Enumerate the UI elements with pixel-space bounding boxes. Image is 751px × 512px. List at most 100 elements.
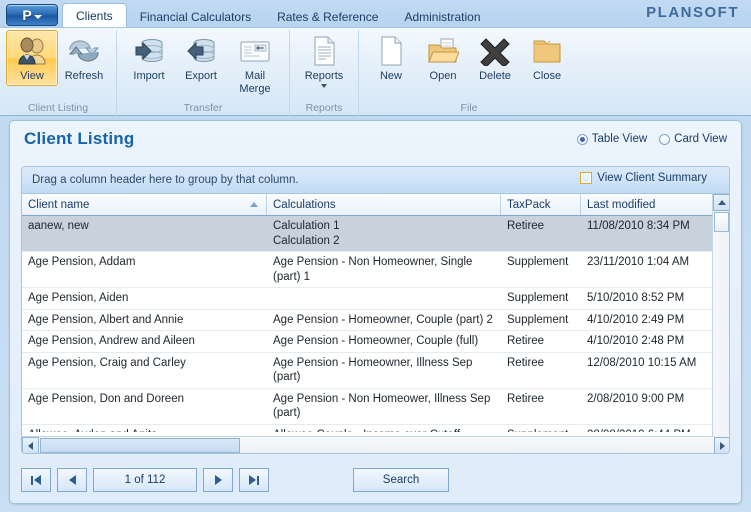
tab-label: Clients [76, 8, 113, 23]
mail-merge-button[interactable]: Mail Merge [227, 30, 283, 98]
search-button[interactable]: Search [353, 468, 449, 492]
refresh-button-label: Refresh [64, 70, 104, 82]
triangle-right-icon [214, 475, 222, 485]
next-page-button[interactable] [203, 468, 233, 492]
application-menu-button[interactable]: P [6, 4, 58, 26]
table-row[interactable]: Age Pension, Albert and Annie Age Pensio… [22, 310, 729, 331]
cell-last-modified: 11/08/2010 8:34 PM [587, 220, 690, 232]
ribbon-group-title: Client Listing [27, 102, 89, 114]
mail-merge-button-label: Mail Merge [239, 70, 271, 95]
tab-label: Financial Calculators [139, 9, 252, 24]
mail-merge-icon [238, 34, 272, 68]
cell-taxpack: Supplement [507, 313, 569, 326]
cell-taxpack: Retiree [507, 220, 545, 232]
reports-button-label: Reports [304, 70, 344, 82]
delete-button[interactable]: Delete [469, 30, 521, 86]
radio-icon-selected [576, 133, 588, 145]
client-grid: Drag a column header here to group by th… [21, 166, 730, 454]
calculation-line: Age Pension - Non Homeowner, Single (par… [273, 256, 473, 283]
cell-last-modified: 4/10/2010 2:49 PM [587, 313, 685, 326]
triangle-right-icon [720, 441, 725, 450]
view-client-summary-checkbox[interactable]: View Client Summary [580, 172, 707, 184]
table-row[interactable]: Age Pension, Craig and Carley Age Pensio… [22, 353, 729, 389]
cell-last-modified: 5/10/2010 8:52 PM [587, 292, 685, 304]
ribbon-group-file: New Open Delete Close File [358, 30, 579, 116]
cell-client-name: Age Pension, Aiden [28, 292, 129, 304]
calculation-line: Age Pension - Homeowner, Couple (part) 2 [273, 313, 493, 326]
tab-administration[interactable]: Administration [391, 6, 493, 27]
delete-button-label: Delete [479, 70, 511, 82]
application-window: P Clients Financial Calculators Rates & … [0, 0, 751, 512]
scroll-left-button[interactable] [22, 437, 39, 453]
grid-vertical-scrollbar[interactable] [712, 194, 729, 453]
scrollbar-thumb[interactable] [40, 438, 240, 453]
sort-ascending-icon [250, 202, 258, 207]
cell-calculations [267, 288, 501, 309]
column-header-last-modified[interactable]: Last modified [581, 194, 714, 215]
table-row[interactable]: Age Pension, Addam Age Pension - Non Hom… [22, 252, 729, 288]
scrollbar-thumb[interactable] [714, 212, 729, 232]
calculation-line: Calculation 2 [273, 234, 340, 247]
tab-clients[interactable]: Clients [62, 3, 127, 27]
client-listing-panel: Client Listing Table View Card View Drag… [9, 120, 742, 504]
close-button[interactable]: Close [521, 30, 573, 86]
view-button-label: View [20, 70, 44, 82]
last-page-button[interactable] [239, 468, 269, 492]
cell-calculations: Calculation 1 Calculation 2 [267, 216, 501, 251]
first-page-button[interactable] [21, 468, 51, 492]
table-row[interactable]: Age Pension, Don and Doreen Age Pension … [22, 389, 729, 425]
group-by-hint: Drag a column header here to group by th… [32, 174, 299, 186]
table-row[interactable]: Age Pension, Andrew and Aileen Age Pensi… [22, 331, 729, 353]
chevron-down-icon[interactable] [321, 83, 327, 88]
column-header-calculations[interactable]: Calculations [267, 194, 501, 215]
users-icon [16, 34, 48, 68]
table-row[interactable]: Allowee, Ayden and Anita Allowee Couple … [22, 425, 729, 433]
column-header-taxpack[interactable]: TaxPack [501, 194, 581, 215]
table-row[interactable]: Age Pension, Aiden Supplement 5/10/2010 … [22, 288, 729, 310]
column-label: Last modified [587, 198, 656, 211]
new-button[interactable]: New [365, 30, 417, 86]
calculation-line: Age Pension - Homeowner, Illness Sep (pa… [273, 356, 473, 384]
refresh-icon [68, 34, 100, 68]
triangle-up-icon [717, 200, 726, 205]
ribbon-group-title: Transfer [183, 102, 223, 114]
cell-last-modified: 23/11/2010 1:04 AM [587, 256, 690, 268]
panel-header: Client Listing Table View Card View [10, 121, 741, 157]
import-button-label: Import [133, 70, 165, 82]
radio-label: Table View [591, 133, 648, 145]
cell-taxpack: Supplement [501, 425, 581, 433]
cell-taxpack: Retiree [507, 392, 545, 405]
triangle-left-icon [34, 475, 41, 485]
tab-financial-calculators[interactable]: Financial Calculators [127, 6, 264, 27]
cell-last-modified: 28/08/2010 6:44 PM [581, 425, 714, 433]
cell-calculations: Age Pension - Non Homeower, Illness Sep … [267, 389, 501, 424]
cell-client-name: Age Pension, Don and Doreen [28, 392, 184, 405]
previous-page-button[interactable] [57, 468, 87, 492]
open-button[interactable]: Open [417, 30, 469, 86]
open-button-label: Open [429, 70, 457, 82]
page-indicator[interactable]: 1 of 112 [93, 468, 197, 492]
cell-client-name: Allowee, Ayden and Anita [22, 425, 267, 433]
close-button-label: Close [532, 70, 562, 82]
triangle-left-icon [68, 475, 76, 485]
reports-button[interactable]: Reports [296, 30, 352, 91]
scroll-up-button[interactable] [713, 194, 729, 211]
calculation-line: Age Pension - Homeowner, Couple (full) [273, 335, 479, 347]
radio-card-view[interactable]: Card View [659, 133, 727, 145]
tab-rates-reference[interactable]: Rates & Reference [264, 6, 391, 27]
radio-table-view[interactable]: Table View [576, 133, 648, 145]
import-button[interactable]: Import [123, 30, 175, 86]
refresh-button[interactable]: Refresh [58, 30, 110, 86]
document-icon [309, 34, 339, 68]
search-button-label: Search [382, 474, 420, 486]
group-by-drop-area[interactable]: Drag a column header here to group by th… [22, 167, 729, 194]
ribbon-toolbar: View Refresh Client Listing Import Expor… [0, 27, 751, 116]
column-header-client-name[interactable]: Client name [22, 194, 267, 215]
scroll-right-button[interactable] [714, 437, 729, 453]
table-row[interactable]: aanew, new Calculation 1 Calculation 2 R… [22, 216, 729, 252]
grid-horizontal-scrollbar[interactable] [22, 436, 729, 453]
export-button[interactable]: Export [175, 30, 227, 86]
cell-calculations: Age Pension - Homeowner, Couple (part) 2 [267, 310, 501, 331]
open-folder-icon [427, 34, 459, 68]
view-button[interactable]: View [6, 30, 58, 86]
